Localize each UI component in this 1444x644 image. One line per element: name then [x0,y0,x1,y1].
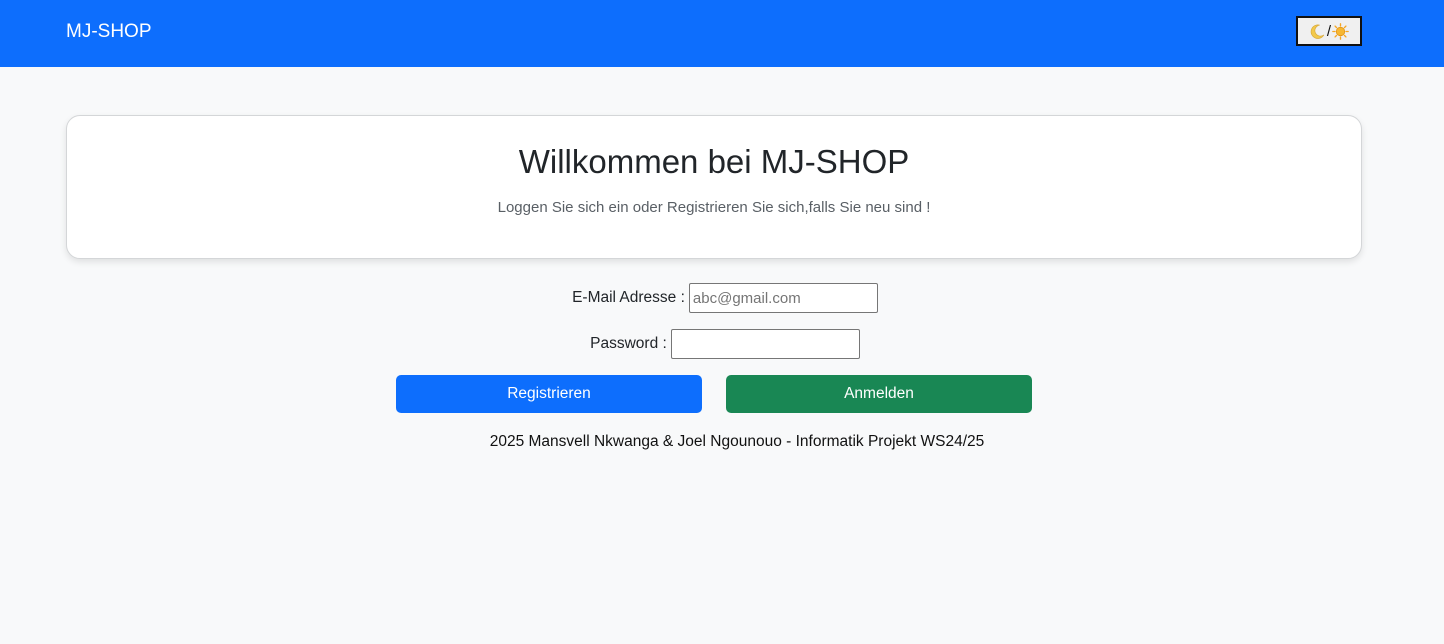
moon-icon [1310,24,1325,39]
welcome-card: Willkommen bei MJ-SHOP Loggen Sie sich e… [66,115,1362,259]
sun-icon [1332,22,1349,40]
password-input[interactable] [670,329,860,359]
password-row: Password : [0,329,1444,359]
theme-separator: / [1326,22,1332,40]
login-button[interactable]: Anmelden [726,375,1032,413]
welcome-text: Loggen Sie sich ein oder Registrieren Si… [497,199,931,216]
welcome-title: Willkommen bei MJ-SHOP [518,143,910,180]
email-label: E-Mail Adresse : [572,289,685,306]
password-label: Password : [590,335,667,352]
brand-logo-text[interactable]: MJ-SHOP [66,20,152,44]
theme-toggle-button[interactable]: / [1296,16,1362,46]
footer-text: 2025 Mansvell Nkwanga & Joel Ngounouo - … [489,433,985,450]
email-row: E-Mail Adresse : [0,283,1444,313]
register-button[interactable]: Registrieren [396,375,702,413]
email-input[interactable] [688,283,878,313]
navbar: MJ-SHOP / [0,0,1444,67]
